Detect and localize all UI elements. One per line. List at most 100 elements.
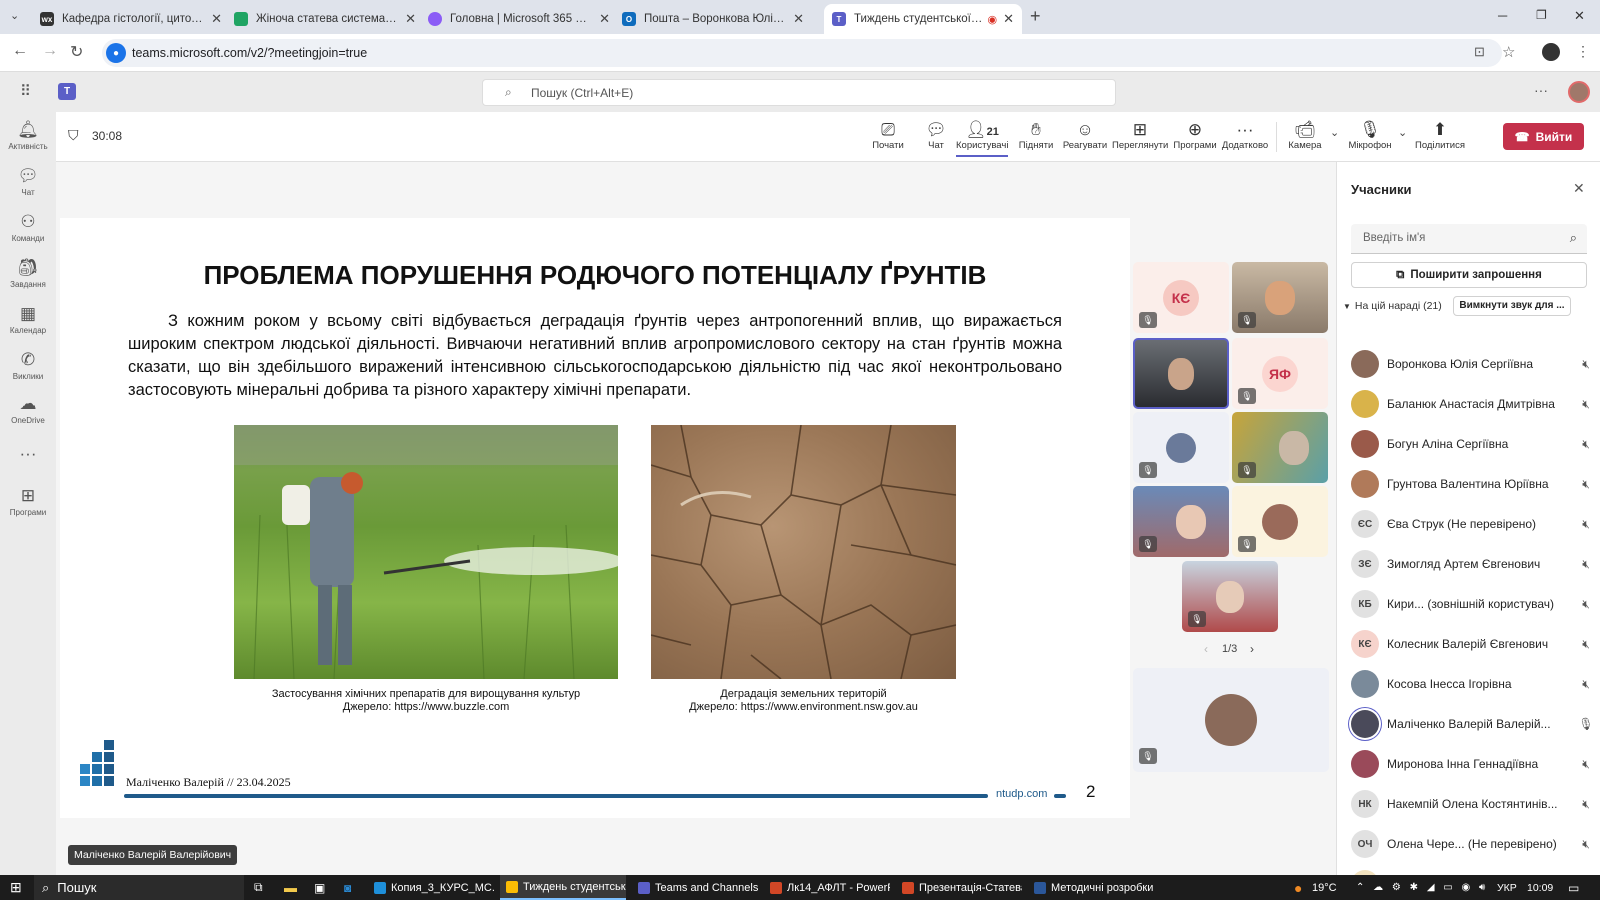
browser-tab[interactable]: O Пошта – Воронкова Юлія Серг ✕ bbox=[614, 4, 812, 34]
rail-calls[interactable]: ✆ Виклики bbox=[0, 350, 56, 381]
participant-row[interactable]: Миронова Інна Геннадіївна 🔇︎ bbox=[1351, 748, 1597, 780]
browser-menu-icon[interactable]: ⋮ bbox=[1576, 43, 1590, 60]
taskbar-app-button[interactable]: Методичні розробки... bbox=[1028, 875, 1154, 900]
rail-teams[interactable]: ⚇ Команди bbox=[0, 212, 56, 243]
mic-off-icon[interactable]: 🔇︎ bbox=[1575, 637, 1597, 652]
close-tab-icon[interactable]: ✕ bbox=[405, 11, 416, 27]
participant-row[interactable]: Косова Інесса Ігорівна 🔇︎ bbox=[1351, 668, 1597, 700]
tab-search-icon[interactable]: ⌄ bbox=[10, 9, 19, 22]
profile-avatar[interactable] bbox=[1542, 43, 1560, 61]
mic-off-icon[interactable]: 🔇︎ bbox=[1575, 477, 1597, 492]
participant-row[interactable]: КЄ Колесник Валерій Євгенович 🔇︎ bbox=[1351, 628, 1597, 660]
browser-tab[interactable]: Головна | Microsoft 365 Copilo ✕ bbox=[420, 4, 618, 34]
windows-start-icon[interactable]: ⊞ bbox=[10, 875, 22, 900]
video-tile[interactable]: 🎙︎ bbox=[1232, 262, 1328, 333]
people-button[interactable]: 👤︎21 Користувачі bbox=[956, 119, 1008, 157]
mic-off-icon[interactable]: 🔇︎ bbox=[1575, 797, 1597, 812]
participant-row[interactable]: ЗЄ Зимогляд Артем Євгенович 🔇︎ bbox=[1351, 548, 1597, 580]
notifications-icon[interactable]: ▭ bbox=[1568, 875, 1579, 900]
video-tile[interactable]: 🎙︎ bbox=[1133, 486, 1229, 557]
forward-icon[interactable]: → bbox=[42, 42, 58, 60]
mic-off-icon[interactable]: 🔇︎ bbox=[1575, 677, 1597, 692]
browser-tab[interactable]: wx Кафедра гістології, цитології та ✕ bbox=[32, 4, 230, 34]
close-tab-icon[interactable]: ✕ bbox=[1003, 11, 1014, 27]
url-field[interactable]: ● teams.microsoft.com/v2/?meetingjoin=tr… bbox=[102, 39, 1502, 67]
rail-apps[interactable]: ⊞ Програми bbox=[0, 486, 56, 517]
video-tile[interactable]: 🎙︎ bbox=[1232, 486, 1328, 557]
camera-button[interactable]: 📹︎ Камера bbox=[1284, 119, 1326, 151]
video-tile[interactable]: 🎙︎ bbox=[1133, 412, 1229, 483]
self-video-tile[interactable]: 🎙︎ bbox=[1133, 668, 1329, 772]
mic-off-icon[interactable]: 🔇︎ bbox=[1575, 597, 1597, 612]
participant-row[interactable]: ЄС Єва Струк (Не перевірено) 🔇︎ bbox=[1351, 508, 1597, 540]
bookmark-star-icon[interactable]: ☆ bbox=[1502, 43, 1515, 61]
rail-more[interactable]: ··· bbox=[0, 444, 56, 466]
participant-row[interactable]: КБ Кири... (зовнішній користувач) 🔇︎ bbox=[1351, 588, 1597, 620]
more-options-icon[interactable]: ··· bbox=[1534, 82, 1548, 98]
participant-row[interactable]: ОЧ Олена Чере... (Не перевірено) 🔇︎ bbox=[1351, 828, 1597, 860]
app-launcher-icon[interactable]: ⠿ bbox=[20, 82, 31, 100]
in-meeting-section-toggle[interactable]: ▼ На цій нараді (21) bbox=[1343, 300, 1442, 312]
taskbar-app-button[interactable]: Копия_3_КУРС_МС.P... bbox=[368, 875, 494, 900]
user-avatar[interactable] bbox=[1568, 81, 1590, 103]
video-tile-active-speaker[interactable] bbox=[1133, 338, 1229, 409]
react-button[interactable]: ☺ Реагувати bbox=[1060, 119, 1110, 151]
participant-row[interactable]: Грунтова Валентина Юріївна 🔇︎ bbox=[1351, 468, 1597, 500]
participant-row[interactable]: Богун Аліна Сергіївна 🔇︎ bbox=[1351, 428, 1597, 460]
share-invite-button[interactable]: ⧉ Поширити запрошення bbox=[1351, 262, 1587, 288]
close-panel-icon[interactable]: ✕ bbox=[1573, 180, 1585, 197]
more-button[interactable]: ··· Додатково bbox=[1220, 119, 1270, 151]
rail-chat[interactable]: 💬︎ Чат bbox=[0, 166, 56, 197]
back-icon[interactable]: ← bbox=[12, 42, 28, 60]
share-button[interactable]: ⬆ Поділитися bbox=[1414, 119, 1466, 151]
mic-off-icon[interactable]: 🔇︎ bbox=[1575, 437, 1597, 452]
minimize-icon[interactable]: ─ bbox=[1498, 8, 1507, 23]
mic-off-icon[interactable]: 🔇︎ bbox=[1575, 557, 1597, 572]
microphone-button[interactable]: 🎙︎ Мікрофон bbox=[1346, 119, 1394, 151]
participant-row[interactable]: Воронкова Юлія Сергіївна 🔇︎ bbox=[1351, 348, 1597, 380]
mic-on-icon[interactable]: 🎙︎ bbox=[1575, 717, 1597, 731]
video-tile[interactable]: 🎙︎ bbox=[1182, 561, 1278, 632]
participant-row[interactable]: НК Накемпій Олена Костянтинів... 🔇︎ bbox=[1351, 788, 1597, 820]
close-tab-icon[interactable]: ✕ bbox=[793, 11, 804, 27]
browser-tab-active[interactable]: T Тиждень студентської нау ◉ ✕ bbox=[824, 4, 1022, 34]
start-recording-button[interactable]: ⎚ Почати bbox=[868, 119, 908, 151]
view-button[interactable]: ⊞ Переглянути bbox=[1112, 119, 1168, 151]
taskbar-app-button[interactable]: Teams and Channels |... bbox=[632, 875, 758, 900]
participant-search-field[interactable]: Введіть ім'я ⌕ bbox=[1351, 224, 1587, 254]
taskbar-app-button[interactable]: Тиждень студентськ... bbox=[500, 875, 626, 900]
close-tab-icon[interactable]: ✕ bbox=[211, 11, 222, 27]
mic-off-icon[interactable]: 🔇︎ bbox=[1575, 517, 1597, 532]
new-tab-icon[interactable]: + bbox=[1030, 6, 1041, 27]
file-explorer-icon[interactable]: ▬ bbox=[284, 875, 297, 900]
mic-off-icon[interactable]: 🔇︎ bbox=[1575, 757, 1597, 772]
install-app-icon[interactable]: ⊡ bbox=[1474, 44, 1485, 60]
gallery-next-icon[interactable]: › bbox=[1250, 642, 1254, 656]
close-tab-icon[interactable]: ✕ bbox=[599, 11, 610, 27]
camera-options-chevron-icon[interactable]: ⌄ bbox=[1330, 126, 1339, 139]
rail-calendar[interactable]: ▦ Календар bbox=[0, 304, 56, 335]
mic-options-chevron-icon[interactable]: ⌄ bbox=[1398, 126, 1407, 139]
rail-onedrive[interactable]: ☁︎ OneDrive bbox=[0, 394, 56, 425]
taskbar-search[interactable]: ⌕ Пошук bbox=[34, 875, 244, 900]
apps-button[interactable]: ⊕ Програми bbox=[1172, 119, 1218, 151]
mic-off-icon[interactable]: 🔇︎ bbox=[1575, 837, 1597, 852]
gallery-prev-icon[interactable]: ‹ bbox=[1204, 642, 1208, 656]
reload-icon[interactable]: ↻ bbox=[70, 42, 83, 62]
leave-button[interactable]: ☎ Вийти bbox=[1503, 123, 1584, 150]
browser-tab[interactable]: Жіноча статева система 2020.р ✕ bbox=[226, 4, 424, 34]
outlook-icon[interactable]: ◙ bbox=[344, 875, 351, 900]
participant-row[interactable]: Маліченко Валерій Валерій... 🎙︎ bbox=[1351, 708, 1597, 740]
input-language[interactable]: УКР bbox=[1497, 875, 1517, 900]
mute-all-button[interactable]: Вимкнути звук для ... bbox=[1453, 296, 1571, 316]
taskbar-app-button[interactable]: Презентація-Статева... bbox=[896, 875, 1022, 900]
store-icon[interactable]: ▣ bbox=[314, 875, 325, 900]
mic-active-icon[interactable]: ● bbox=[106, 43, 126, 63]
mic-off-icon[interactable]: 🔇︎ bbox=[1575, 397, 1597, 412]
rail-assignments[interactable]: 🎒︎ Завдання bbox=[0, 258, 56, 289]
restore-icon[interactable]: ❐ bbox=[1536, 8, 1547, 22]
close-window-icon[interactable]: ✕ bbox=[1574, 8, 1585, 24]
video-tile[interactable]: 🎙︎ bbox=[1232, 412, 1328, 483]
video-tile[interactable]: КЄ 🎙︎ bbox=[1133, 262, 1229, 333]
task-view-icon[interactable]: ⧉ bbox=[254, 875, 263, 900]
